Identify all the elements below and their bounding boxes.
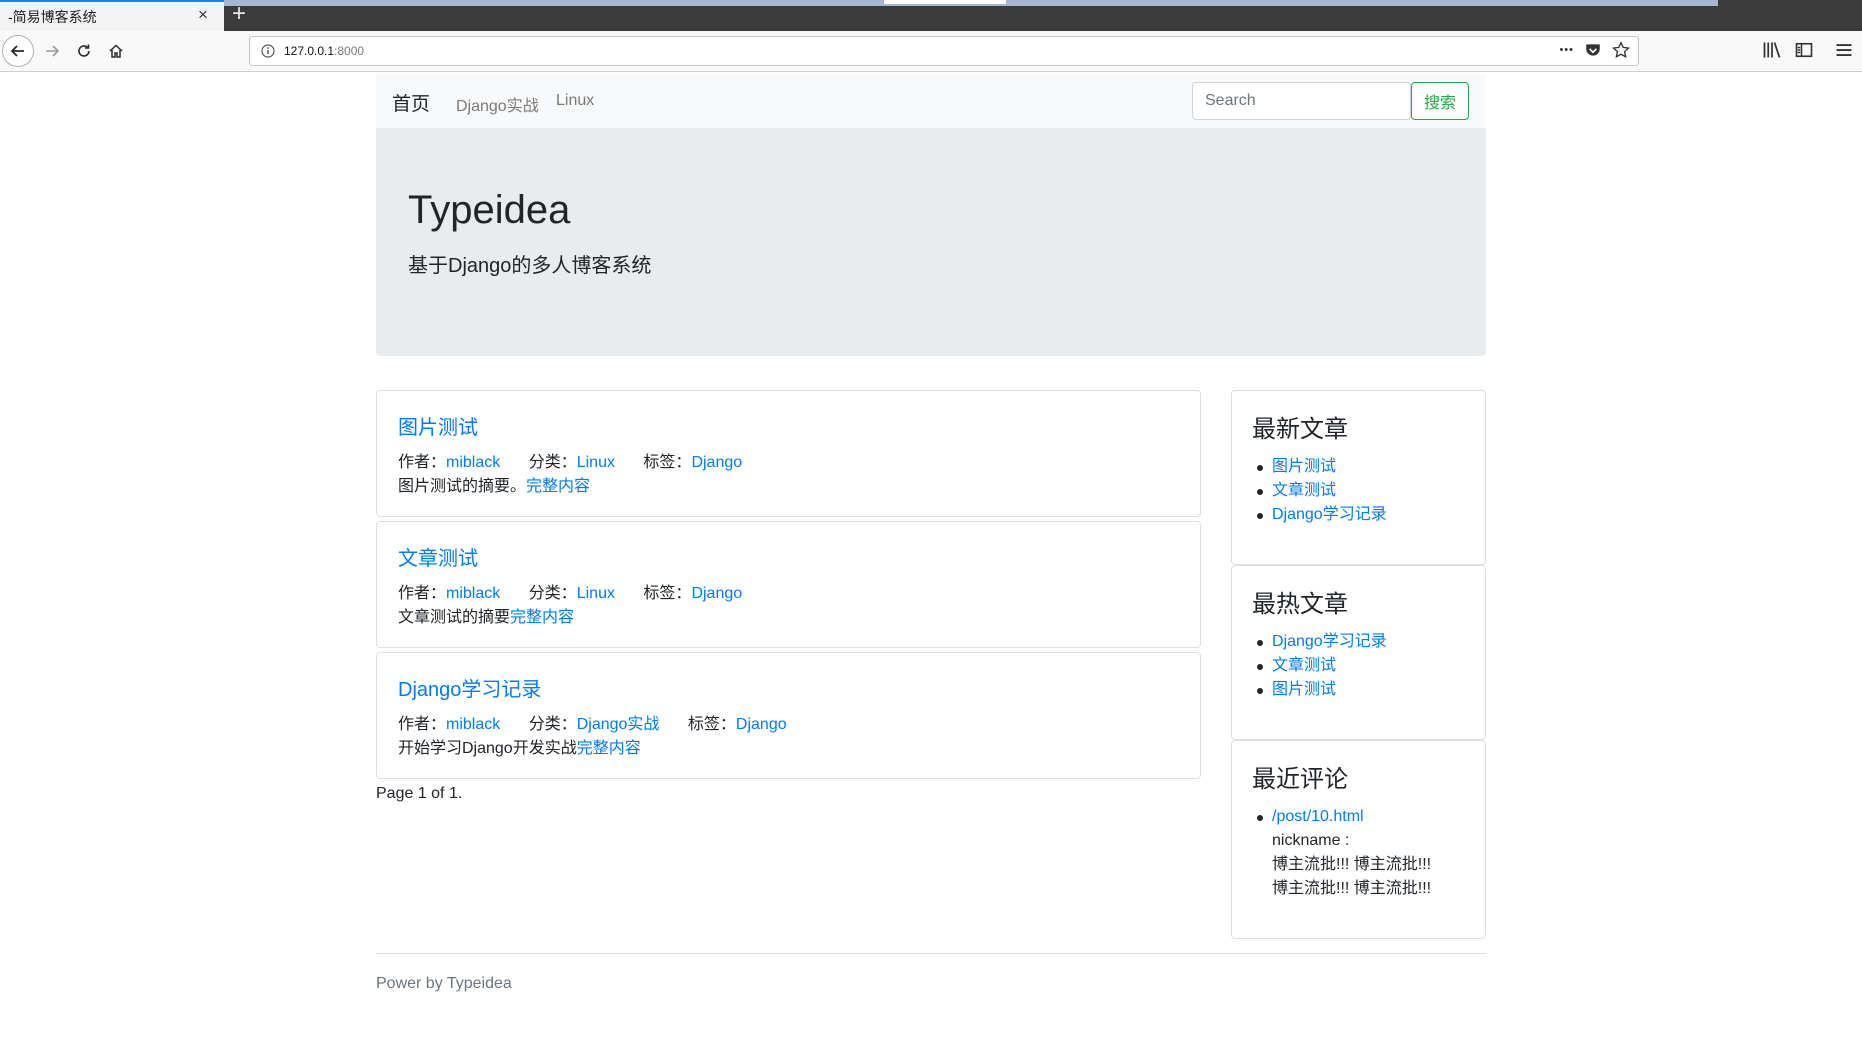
pocket-icon[interactable] (1584, 41, 1602, 59)
reload-button[interactable] (68, 35, 100, 67)
post-title-link[interactable]: Django学习记录 (398, 673, 541, 702)
tab-strip-marker (884, 0, 1006, 4)
url-actions: ••• (1559, 41, 1630, 59)
post-meta: 作者：miblack 分类：Django实战 标签：Django (398, 710, 787, 734)
category-link[interactable]: Linux (577, 585, 615, 602)
comment-post-link[interactable]: /post/10.html (1272, 808, 1364, 825)
category-label: 分类： (528, 454, 577, 471)
close-icon[interactable]: × (198, 5, 208, 25)
page-actions-button[interactable]: ••• (1559, 44, 1574, 56)
summary-text: 开始学习Django开发实战 (398, 740, 577, 757)
sidebar-list: Django学习记录 文章测试 图片测试 (1257, 630, 1387, 702)
author-label: 作者： (398, 454, 447, 471)
site-navbar: 首页 Django实战 Linux 搜索 (376, 74, 1486, 128)
sidebar-toggle-icon[interactable] (1794, 40, 1814, 60)
pagination-text: Page 1 of 1. (376, 785, 463, 802)
page-content: 首页 Django实战 Linux 搜索 Typeidea 基于Django的多… (0, 72, 1862, 1057)
comment-content-line: 博主流批!!! 博主流批!!! (1272, 880, 1432, 897)
reload-icon (78, 44, 90, 57)
url-host: 127.0.0.1 (284, 44, 335, 58)
author-link[interactable]: miblack (446, 585, 500, 602)
summary-text: 图片测试的摘要。 (398, 478, 527, 495)
sidebar-latest-posts: 最新文章 图片测试 文章测试 Django学习记录 (1231, 390, 1486, 565)
tag-link[interactable]: Django (691, 585, 742, 602)
url-text[interactable]: 127.0.0.1:8000 (284, 44, 364, 58)
sidebar-title: 最热文章 (1252, 591, 1348, 618)
forward-arrow-icon (46, 45, 60, 57)
post-summary: 图片测试的摘要。完整内容 (398, 472, 590, 496)
author-link[interactable]: miblack (446, 716, 500, 733)
forward-button[interactable] (36, 35, 68, 67)
sidebar-list: /post/10.html nickname : 博主流批!!! 博主流批!!!… (1256, 805, 1432, 901)
read-more-link[interactable]: 完整内容 (526, 478, 590, 495)
sidebar-post-link[interactable]: 图片测试 (1257, 455, 1387, 479)
read-more-link[interactable]: 完整内容 (510, 609, 574, 626)
nav-link-linux[interactable]: Linux (556, 92, 594, 110)
info-icon[interactable] (260, 43, 276, 59)
post-summary: 开始学习Django开发实战完整内容 (398, 734, 641, 758)
browser-tab[interactable]: -简易博客系统 × (0, 0, 224, 31)
sidebar-post-link[interactable]: 文章测试 (1257, 654, 1387, 678)
bookmark-star-icon[interactable] (1612, 41, 1630, 59)
back-button[interactable] (2, 35, 34, 67)
tab-bar: -简易博客系统 × + (0, 0, 1862, 31)
post-card: 图片测试 作者：miblack 分类：Linux 标签：Django 图片测试的… (376, 390, 1201, 517)
jumbotron: Typeidea 基于Django的多人博客系统 (376, 128, 1486, 356)
post-title-link[interactable]: 图片测试 (398, 411, 478, 440)
author-label: 作者： (398, 585, 447, 602)
search-button[interactable]: 搜索 (1411, 82, 1469, 120)
sidebar-hot-posts: 最热文章 Django学习记录 文章测试 图片测试 (1231, 565, 1486, 740)
footer-text: Power by Typeidea (376, 975, 512, 992)
comment-nickname: nickname : (1272, 832, 1350, 849)
sidebar-post-link[interactable]: Django学习记录 (1257, 630, 1387, 654)
post-card: Django学习记录 作者：miblack 分类：Django实战 标签：Dja… (376, 652, 1201, 779)
url-port: :8000 (334, 44, 365, 58)
sidebar-list: 图片测试 文章测试 Django学习记录 (1257, 455, 1387, 527)
post-card: 文章测试 作者：miblack 分类：Linux 标签：Django 文章测试的… (376, 521, 1201, 648)
summary-text: 文章测试的摘要 (398, 609, 511, 626)
tag-label: 标签： (643, 454, 692, 471)
tab-title: -简易博客系统 (8, 9, 97, 25)
footer-divider (376, 953, 1486, 954)
tag-label: 标签： (643, 585, 692, 602)
back-arrow-icon (10, 45, 24, 57)
site-subtitle: 基于Django的多人博客系统 (408, 255, 652, 277)
category-link[interactable]: Django实战 (577, 716, 660, 733)
post-summary: 文章测试的摘要完整内容 (398, 603, 574, 627)
author-link[interactable]: miblack (446, 454, 500, 471)
sidebar-post-link[interactable]: Django学习记录 (1257, 503, 1387, 527)
home-icon (109, 44, 123, 58)
category-link[interactable]: Linux (577, 454, 615, 471)
tag-link[interactable]: Django (691, 454, 742, 471)
post-meta: 作者：miblack 分类：Linux 标签：Django (398, 579, 742, 603)
search-input[interactable] (1192, 82, 1411, 120)
tag-link[interactable]: Django (736, 716, 787, 733)
comment-item: /post/10.html nickname : 博主流批!!! 博主流批!!!… (1256, 805, 1432, 901)
browser-toolbar: 127.0.0.1:8000 ••• (0, 31, 1862, 72)
menu-icon[interactable] (1834, 40, 1854, 60)
tag-label: 标签： (687, 716, 736, 733)
new-tab-button[interactable]: + (232, 0, 246, 28)
home-link[interactable]: 首页 (392, 89, 430, 116)
address-bar[interactable]: 127.0.0.1:8000 ••• (249, 36, 1639, 66)
post-title-link[interactable]: 文章测试 (398, 542, 478, 571)
sidebar-title: 最新文章 (1252, 416, 1348, 443)
library-icon[interactable] (1762, 40, 1782, 60)
nav-link-django[interactable]: Django实战 (456, 92, 539, 116)
sidebar-post-link[interactable]: 文章测试 (1257, 479, 1387, 503)
read-more-link[interactable]: 完整内容 (577, 740, 641, 757)
comment-content-line: 博主流批!!! 博主流批!!! (1272, 856, 1432, 873)
sidebar-title: 最近评论 (1252, 766, 1348, 793)
author-label: 作者： (398, 716, 447, 733)
home-button[interactable] (100, 35, 132, 67)
post-meta: 作者：miblack 分类：Linux 标签：Django (398, 448, 742, 472)
category-label: 分类： (528, 716, 577, 733)
site-title: Typeidea (408, 188, 571, 232)
sidebar-recent-comments: 最近评论 /post/10.html nickname : 博主流批!!! 博主… (1231, 740, 1486, 939)
sidebar-post-link[interactable]: 图片测试 (1257, 678, 1387, 702)
category-label: 分类： (528, 585, 577, 602)
